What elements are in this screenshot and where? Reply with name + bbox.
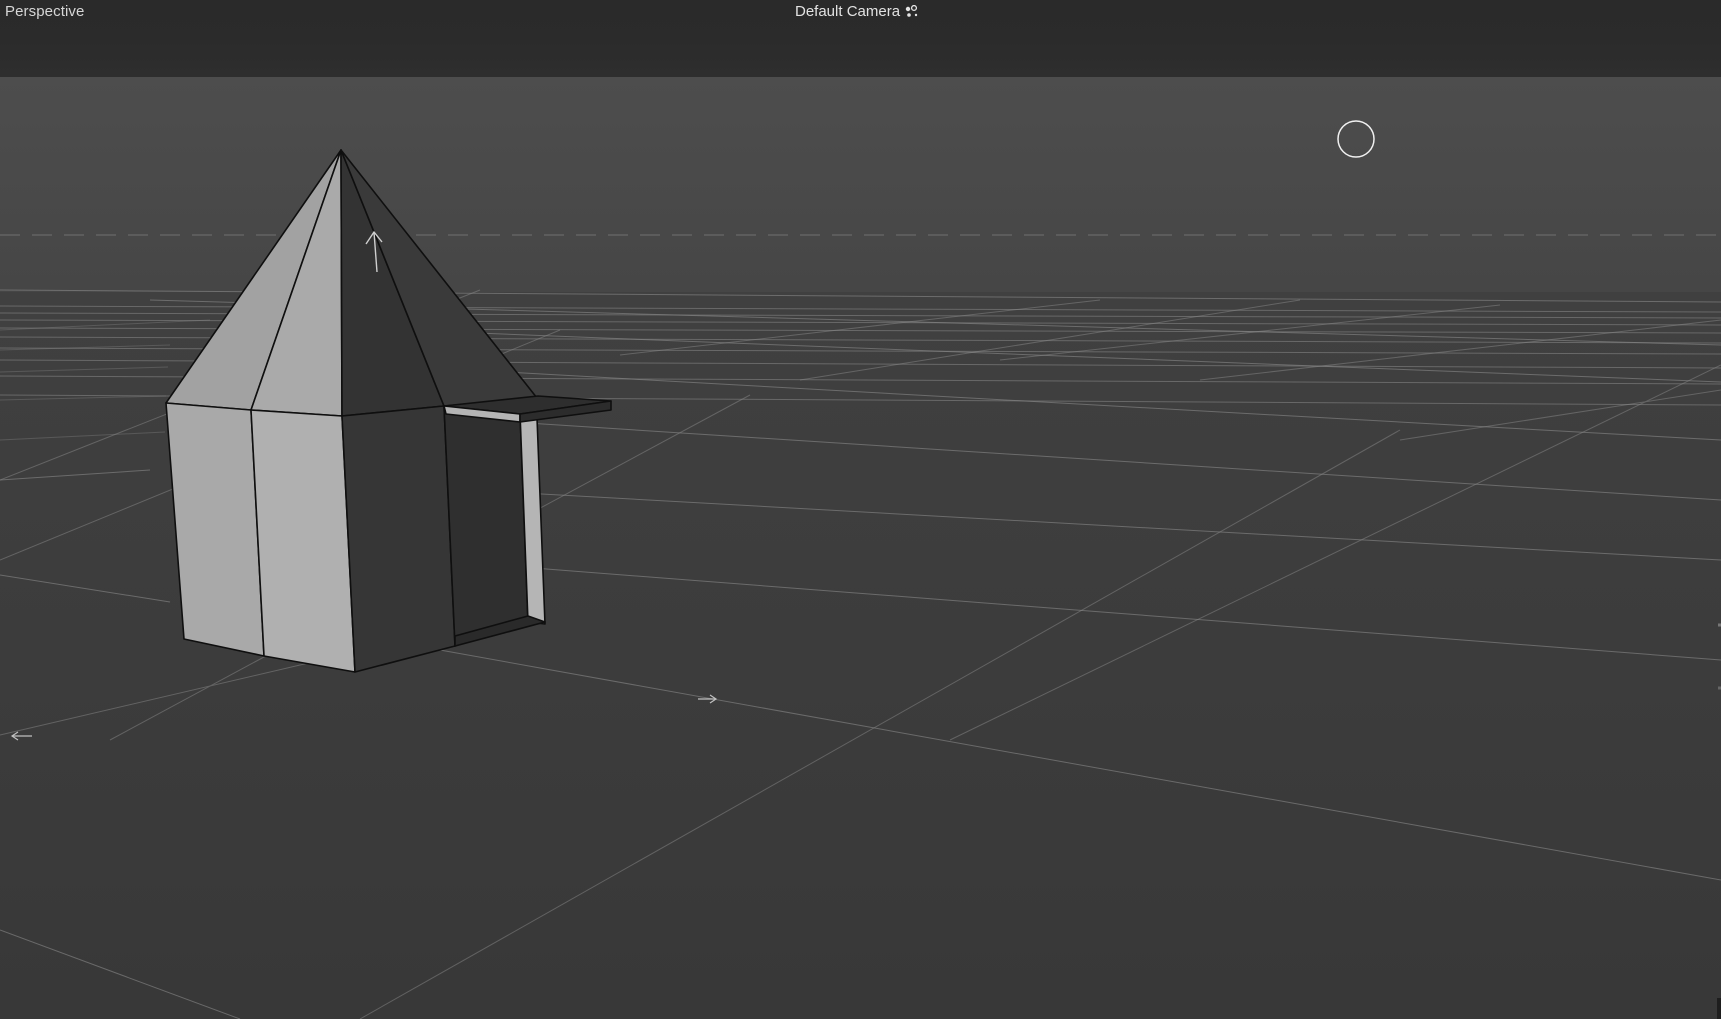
door-inner [443, 405, 529, 647]
sky-background [0, 77, 1721, 292]
view-mode-label[interactable]: Perspective [5, 3, 84, 20]
wall-face-right [341, 405, 456, 673]
camera-options-icon[interactable] [905, 4, 921, 19]
camera-name: Default Camera [795, 3, 901, 20]
wall-face-front [250, 409, 356, 673]
viewport-header: Perspective Default Camera [0, 0, 1721, 77]
3d-viewport[interactable]: Perspective Default Camera [0, 0, 1721, 1019]
viewport-scroll-handle[interactable] [1717, 998, 1721, 1019]
camera-menu[interactable]: Default Camera [795, 3, 921, 20]
scene-canvas[interactable] [0, 77, 1721, 1019]
